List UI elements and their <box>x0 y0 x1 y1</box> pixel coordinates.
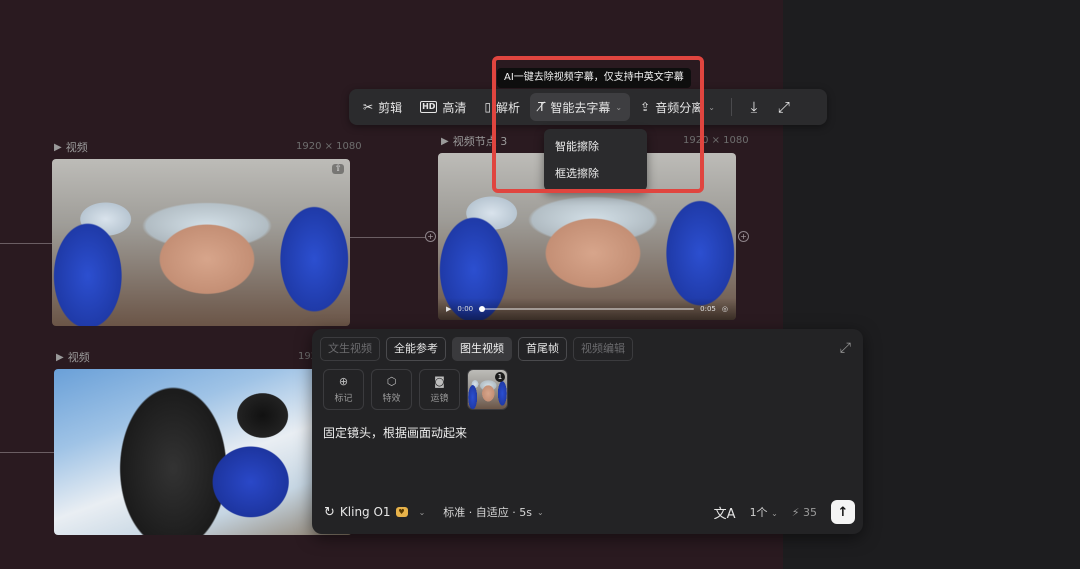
vip-badge-icon: ♥ <box>395 507 408 517</box>
hd-icon: HD <box>420 101 438 113</box>
model-selector[interactable]: ↻ Kling O1 ♥ ⌄ <box>324 505 425 520</box>
tab-image-to-video[interactable]: 图生视频 <box>452 337 512 361</box>
effects-icon: ⬡ <box>386 375 397 388</box>
generation-panel: 文生视频 全能参考 图生视频 首尾帧 视频编辑 ⤢ ⊕ 标记 ⬡ 特效 ◙ 运镜… <box>312 329 863 534</box>
download-icon: ⤓ <box>750 98 758 116</box>
download-button[interactable]: ⤓ <box>740 93 768 121</box>
clip-button[interactable]: ✂ 剪辑 <box>355 93 410 121</box>
camera-move-label: 运镜 <box>430 394 449 404</box>
mark-label: 标记 <box>334 394 353 404</box>
chevron-down-icon: ⌄ <box>536 507 544 517</box>
node-resolution: 1920 × 1080 <box>296 141 362 152</box>
video-duration: 0:05 <box>700 305 716 313</box>
send-button[interactable]: ↑ <box>831 500 855 524</box>
translate-icon[interactable]: 文A <box>714 503 736 522</box>
expand-icon[interactable]: ⤢ <box>840 340 851 356</box>
video-current-time: 0:00 <box>457 305 474 313</box>
screenshot-icon[interactable]: ◎ <box>722 305 728 313</box>
hd-label: 高清 <box>442 100 467 115</box>
panel-footer: ↻ Kling O1 ♥ ⌄ 标准 · 自适应 · 5s ⌄ 文A 1个 ⌄ ⚡… <box>324 499 855 525</box>
reference-image-thumbnail[interactable]: 1 <box>467 369 508 410</box>
connector-plus-icon[interactable]: + <box>425 231 436 242</box>
credits: ⚡ 35 <box>792 506 817 519</box>
node-title-text: 视频 <box>65 141 88 154</box>
arrow-up-icon: ↑ <box>837 504 849 520</box>
connector-line <box>350 237 426 238</box>
tab-first-last-frame[interactable]: 首尾帧 <box>518 337 567 361</box>
credits-value: 35 <box>803 505 817 519</box>
export-icon[interactable]: ⇪ <box>332 164 344 174</box>
mark-tool-button[interactable]: ⊕ 标记 <box>323 369 364 410</box>
kling-logo-icon: ↻ <box>324 504 335 520</box>
scissors-icon: ✂ <box>363 100 374 114</box>
video-progress-bar[interactable] <box>479 306 695 312</box>
count-selector[interactable]: 1个 ⌄ <box>750 504 778 520</box>
connector-line <box>0 452 54 453</box>
camera-move-tool-button[interactable]: ◙ 运镜 <box>419 369 460 410</box>
camera-move-icon: ◙ <box>434 375 445 388</box>
play-triangle-icon: ▶ <box>54 141 62 153</box>
video-frame-3[interactable] <box>54 369 352 535</box>
chevron-down-icon: ⌄ <box>418 507 426 517</box>
play-icon[interactable]: ▶ <box>446 305 451 313</box>
parse-icon: ▯ <box>484 100 492 114</box>
node-title: ▶ 视频 <box>56 349 90 365</box>
video-frame-1[interactable]: ⇪ <box>52 159 350 326</box>
play-triangle-icon: ▶ <box>441 135 449 147</box>
mode-tabs: 文生视频 全能参考 图生视频 首尾帧 视频编辑 <box>320 337 633 361</box>
thumbnail-count-badge: 1 <box>495 372 505 382</box>
connector-line <box>0 243 52 244</box>
settings-text: 标准 · 自适应 · 5s <box>443 506 532 519</box>
play-triangle-icon: ▶ <box>56 351 64 363</box>
node-title-text: 视频 <box>67 351 90 364</box>
node-title: ▶ 视频 <box>54 139 88 155</box>
fullscreen-icon: ⤢ <box>777 98 790 116</box>
hd-button[interactable]: HD 高清 <box>412 93 474 121</box>
lightning-icon: ⚡ <box>791 505 800 519</box>
highlight-box <box>492 56 704 193</box>
fullscreen-button[interactable]: ⤢ <box>770 93 798 121</box>
tab-omni-reference[interactable]: 全能参考 <box>386 337 446 361</box>
generation-settings[interactable]: 标准 · 自适应 · 5s ⌄ <box>443 504 543 520</box>
tab-text-to-video[interactable]: 文生视频 <box>320 337 380 361</box>
prompt-text[interactable]: 固定镜头，根据画面动起来 <box>323 424 467 441</box>
toolbar-divider <box>730 98 732 116</box>
video-controls: ▶ 0:00 0:05 ◎ <box>438 298 736 320</box>
mark-icon: ⊕ <box>338 375 349 388</box>
model-name: Kling O1 <box>339 505 391 519</box>
count-text: 1个 <box>749 506 768 519</box>
chevron-down-icon: ⌄ <box>771 509 778 518</box>
clip-label: 剪辑 <box>378 100 403 115</box>
effects-tool-button[interactable]: ⬡ 特效 <box>371 369 412 410</box>
tab-video-edit[interactable]: 视频编辑 <box>573 337 633 361</box>
connector-plus-icon[interactable]: + <box>738 231 749 242</box>
effects-label: 特效 <box>382 394 401 404</box>
chevron-down-icon: ⌄ <box>708 102 715 112</box>
tool-row: ⊕ 标记 ⬡ 特效 ◙ 运镜 1 <box>323 369 508 410</box>
